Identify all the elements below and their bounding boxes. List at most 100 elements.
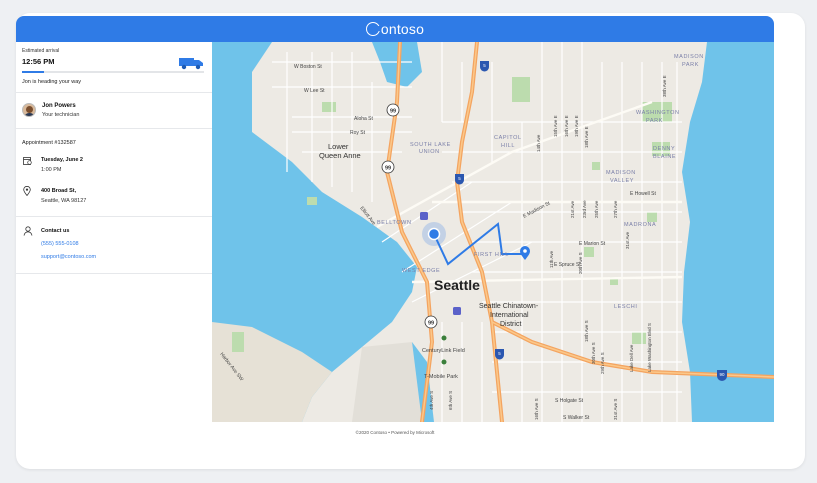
map-label: 23rd Ave xyxy=(582,200,587,218)
map-label: District xyxy=(500,321,521,328)
avatar xyxy=(22,103,36,117)
contoso-logo-icon xyxy=(365,22,381,36)
arrival-progress-track xyxy=(22,71,204,73)
map-label: 25th Ave xyxy=(594,200,599,218)
contact-email-link[interactable]: support@contoso.com xyxy=(41,254,96,260)
map-label: 31st Ave xyxy=(625,231,630,249)
contoso-logo: ontoso xyxy=(365,21,425,37)
contact-icon xyxy=(23,226,33,236)
map-label: 16th Ave S xyxy=(534,398,539,420)
appointment-section: Appointment #132587 Tuesday, June 2 1:00… xyxy=(16,129,212,217)
route-shield-99: 99 xyxy=(381,160,395,174)
map-canvas[interactable]: 99 99 99 5 5 5 90 W Boston St W Lee St A… xyxy=(212,42,774,422)
brand-name: ontoso xyxy=(380,21,425,37)
svg-text:99: 99 xyxy=(428,321,434,327)
map-label: VALLEY xyxy=(610,178,634,184)
contact-title: Contact us xyxy=(41,228,70,234)
map-label: MADISON xyxy=(674,54,704,60)
map-label: T-Mobile Park xyxy=(424,374,458,380)
map-label: WEST EDGE xyxy=(402,268,440,274)
map-label: FIRST HILL xyxy=(474,252,509,258)
map-label: Lake Dell Ave xyxy=(629,344,634,372)
appointment-number: Appointment #132587 xyxy=(22,140,76,146)
technician-role: Your technician xyxy=(42,112,80,118)
map-label: WASHINGTON xyxy=(636,110,680,116)
map-label: MADISON xyxy=(606,170,636,176)
calendar-icon xyxy=(23,157,32,165)
map-view[interactable]: 99 99 99 5 5 5 90 W Boston St W Lee St A… xyxy=(212,42,774,422)
route-shield-99: 99 xyxy=(424,315,438,329)
map-label: W Boston St xyxy=(294,64,322,70)
map-label: Roy St xyxy=(350,130,366,136)
map-label: SOUTH LAKE xyxy=(410,142,451,148)
map-label: PARK xyxy=(682,62,699,68)
map-label: E Howell St xyxy=(630,191,656,197)
svg-text:99: 99 xyxy=(385,166,391,172)
van-location-marker[interactable] xyxy=(427,227,441,241)
route-shield-i5: 5 xyxy=(480,61,489,72)
map-label: Lower xyxy=(328,142,349,151)
map-label: DENNY xyxy=(653,146,675,152)
map-label: International xyxy=(490,312,529,319)
map-label: 19th Ave E xyxy=(574,115,579,137)
map-label: Queen Anne xyxy=(319,151,361,160)
map-label: BELLTOWN xyxy=(377,220,412,226)
svg-text:99: 99 xyxy=(390,109,396,115)
map-label: 31st Ave S xyxy=(613,399,618,420)
arrival-status: Jon is heading your way xyxy=(22,79,82,85)
map-label: E Marion St xyxy=(579,241,606,247)
map-label: 27th Ave xyxy=(613,200,618,218)
stadium-icon xyxy=(441,335,447,341)
footer-text: ©2020 Contoso • Powered by Microsoft xyxy=(355,429,435,435)
info-panel: Estimated arrival 12:56 PM Jon is headin… xyxy=(16,42,213,422)
map-label: 6th Ave S xyxy=(448,391,453,410)
contact-phone-link[interactable]: (555) 555-0108 xyxy=(41,241,79,247)
map-label: 15th Ave E xyxy=(553,115,558,137)
map-label: CAPITOL xyxy=(494,135,522,141)
delivery-van-icon xyxy=(179,58,203,70)
map-label: S Holgate St xyxy=(555,398,584,404)
map-label: 18th Ave E xyxy=(584,126,589,148)
transit-icon xyxy=(453,307,461,315)
map-label: 4th Ave S xyxy=(429,391,434,410)
app-header: ontoso xyxy=(16,16,774,42)
map-city-label: Seattle xyxy=(434,277,480,293)
map-label: MADRONA xyxy=(624,222,656,228)
map-label: 20th Ave S xyxy=(578,252,583,274)
route-shield-99: 99 xyxy=(386,103,400,117)
route-shield-i90: 90 xyxy=(717,370,727,381)
svg-text:90: 90 xyxy=(719,372,725,377)
technician-section: Jon Powers Your technician xyxy=(16,93,212,129)
map-label: W Lee St xyxy=(304,88,325,94)
map-label: Seattle Chinatown- xyxy=(479,303,539,310)
technician-name: Jon Powers xyxy=(42,103,76,109)
stadium-icon xyxy=(441,359,447,365)
map-label: 29th Ave S xyxy=(600,352,605,374)
map-label: LESCHI xyxy=(614,304,637,310)
appointment-date: Tuesday, June 2 xyxy=(41,157,83,163)
arrival-progress-fill xyxy=(22,71,44,73)
map-label: CenturyLink Field xyxy=(422,348,465,354)
route-shield-i5: 5 xyxy=(495,349,504,360)
map-label: UNION xyxy=(419,149,440,155)
map-label: PARK xyxy=(646,118,663,124)
route-shield-i5: 5 xyxy=(455,174,464,185)
map-label: BLAINE xyxy=(653,154,676,160)
arrival-time: 12:56 PM xyxy=(22,57,55,66)
arrival-label: Estimated arrival xyxy=(22,48,60,54)
location-pin-icon xyxy=(23,186,31,196)
address-line2: Seattle, WA 98127 xyxy=(41,198,87,204)
map-label: S Walker St xyxy=(563,415,590,421)
map-label: Aloha St xyxy=(354,116,374,122)
map-label: 14th Ave xyxy=(536,134,541,152)
map-label: 16th Ave E xyxy=(564,115,569,137)
map-label: HILL xyxy=(501,143,515,149)
map-label: Lake Washington Blvd S xyxy=(647,323,652,372)
appointment-time: 1:00 PM xyxy=(41,167,62,173)
map-label: 11th Ave xyxy=(549,250,554,268)
map-label: 30th Ave S xyxy=(591,342,596,364)
map-label: 18th Ave S xyxy=(584,320,589,342)
footer: ©2020 Contoso • Powered by Microsoft xyxy=(16,422,774,442)
contact-section: Contact us (555) 555-0108 support@contos… xyxy=(16,217,212,274)
map-label: 21st Ave xyxy=(570,200,575,218)
